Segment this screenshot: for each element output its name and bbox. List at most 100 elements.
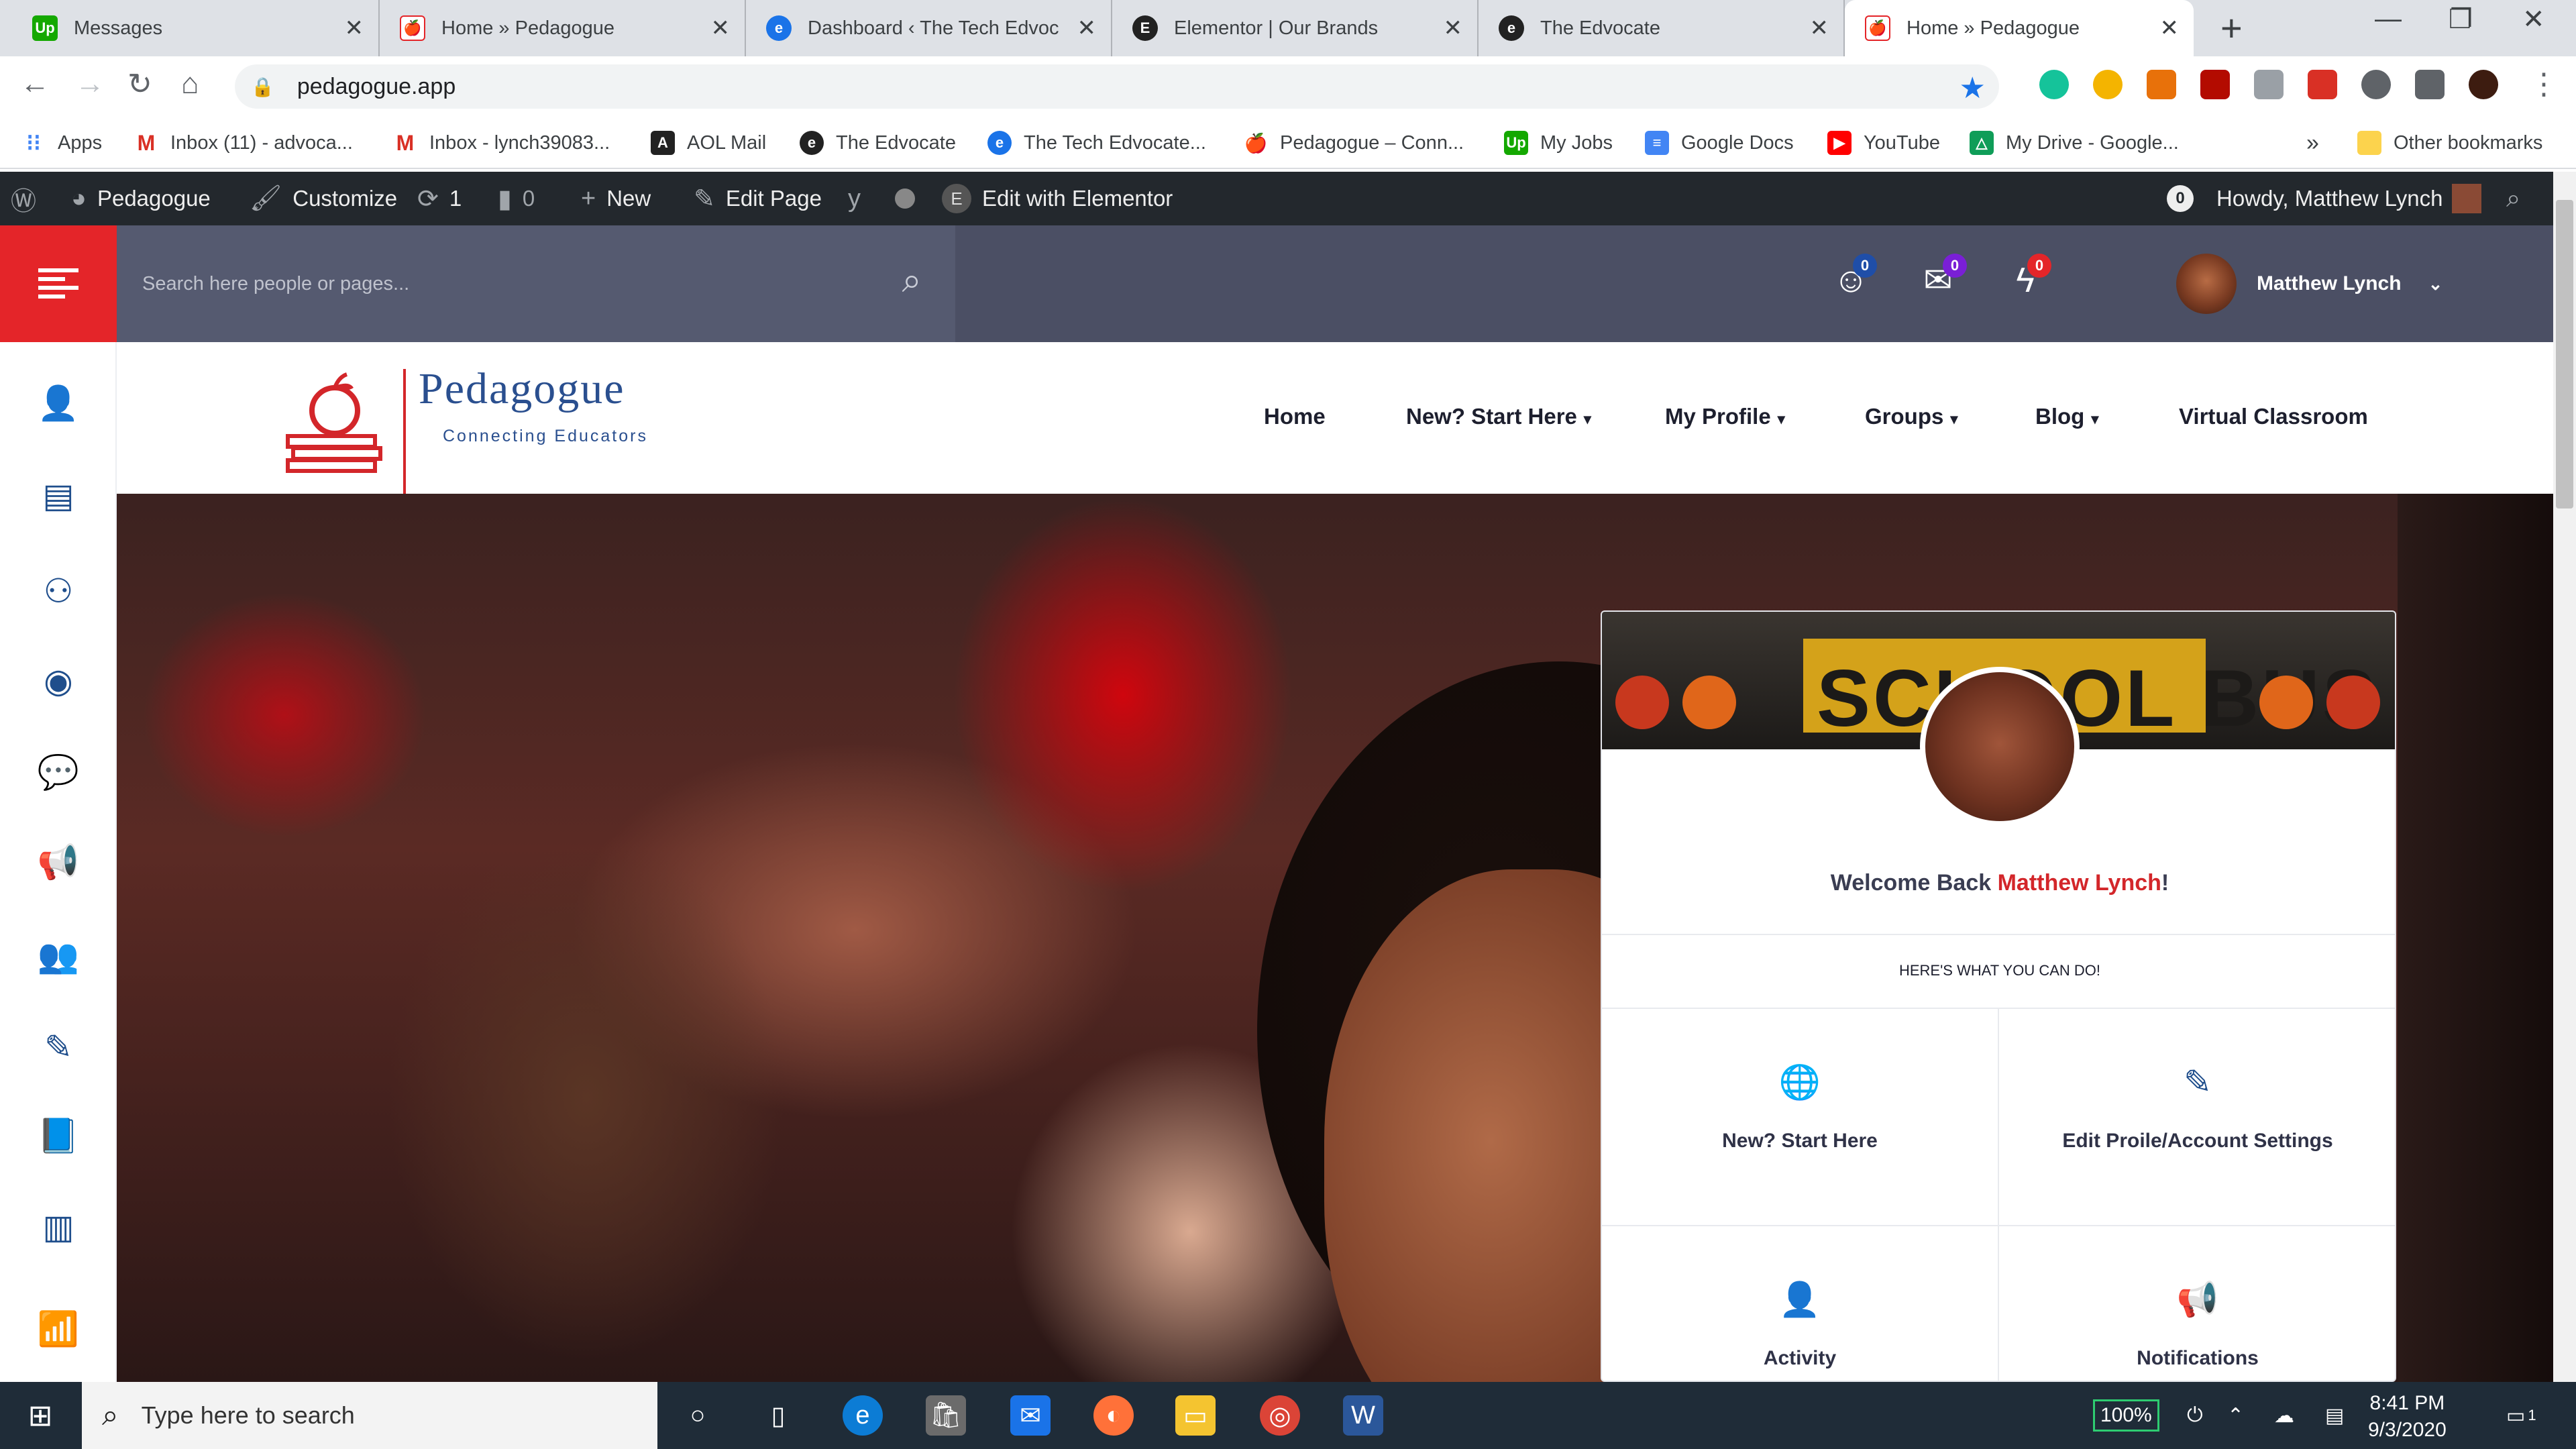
restore-icon[interactable]: ❐ [2449,4,2473,35]
bookmark-inbox-advoca[interactable]: M Inbox (11) - advoca... [134,126,353,160]
search-input[interactable] [142,260,867,307]
firefox-icon[interactable]: ◐ [1093,1395,1134,1436]
pdf-icon[interactable] [2200,70,2230,99]
close-icon[interactable]: ✕ [1444,15,1463,42]
power-plug-icon[interactable]: ⏻ [2187,1382,2203,1449]
pencil-icon[interactable]: ✎ [35,1024,82,1071]
admin-customize[interactable]: 🖌 Customize [250,172,397,225]
search-icon[interactable]: ⌕ [888,260,935,307]
address-bar[interactable]: 🔒 pedagogue.app ★ [235,64,1999,109]
wordpress-logo[interactable]: Ⓦ [11,172,47,225]
bookmark-my-drive[interactable]: △ My Drive - Google... [1970,126,2179,160]
profile-avatar[interactable] [2469,70,2498,99]
groups-icon[interactable]: 👥 [35,932,82,979]
admin-edit-elementor[interactable]: E Edit with Elementor [942,172,1173,225]
user-circle-icon[interactable]: ◉ [35,657,82,704]
extension-icon[interactable] [2093,70,2123,99]
sidebar-toggle-button[interactable] [0,225,117,342]
tab-dashboard[interactable]: e Dashboard ‹ The Tech Edvoc ✕ [746,0,1112,56]
megaphone-icon[interactable]: 📢 [35,839,82,885]
bookmark-pedagogue[interactable]: 🍎 Pedagogue – Conn... [1244,126,1464,160]
close-icon[interactable]: ✕ [1077,15,1097,42]
edge-icon[interactable]: e [843,1395,883,1436]
onedrive-icon[interactable]: ☁ [2274,1382,2294,1449]
seo-status-dot[interactable] [895,172,915,225]
window-close-icon[interactable]: ✕ [2522,4,2545,35]
wifi-icon[interactable]: 📶 [35,1305,82,1352]
minimize-icon[interactable]: — [2375,4,2402,34]
battery-indicator[interactable]: 100% [2093,1382,2159,1449]
cortana-icon[interactable]: ○ [678,1395,718,1436]
show-hidden-icons[interactable]: ⌃ [2227,1382,2244,1449]
scrollbar-thumb[interactable] [2556,200,2573,508]
admin-edit-page[interactable]: ✎ Edit Page [694,172,822,225]
network-icon[interactable]: ▤ [2325,1382,2344,1449]
tab-elementor[interactable]: E Elementor | Our Brands ✕ [1112,0,1479,56]
admin-updates[interactable]: ⟳ 1 [417,172,462,225]
nav-start-here[interactable]: New? Start Here ▾ [1406,404,1591,429]
word-icon[interactable]: W [1343,1395,1383,1436]
admin-notifications[interactable]: 0 [2167,172,2194,225]
nav-home[interactable]: Home [1264,404,1326,429]
admin-comments[interactable]: ▮ 0 [498,172,535,225]
tab-edvocate[interactable]: e The Edvocate ✕ [1479,0,1845,56]
bookmarks-overflow-button[interactable]: » [2306,126,2319,160]
action-notifications[interactable]: 📢 Notifications [1999,1226,2395,1381]
yoast-icon[interactable]: y [848,172,871,225]
action-activity[interactable]: 👤 Activity [1602,1226,1999,1381]
admin-new[interactable]: + New [581,172,651,225]
bookmark-google-docs[interactable]: ≡ Google Docs [1645,126,1794,160]
page-scrollbar[interactable] [2553,172,2576,1382]
grammarly-icon[interactable] [2039,70,2069,99]
extension-icon[interactable] [2147,70,2176,99]
welcome-name[interactable]: Matthew Lynch [1998,870,2161,896]
admin-search-icon[interactable]: ⌕ [2506,172,2531,225]
bookmark-star-icon[interactable]: ★ [1960,71,1986,105]
action-center-icon[interactable]: ▭ 1 [2506,1382,2536,1449]
admin-my-account[interactable]: Howdy, Matthew Lynch [2216,172,2482,225]
nav-groups[interactable]: Groups ▾ [1865,404,1957,429]
bookmark-youtube[interactable]: ▶ YouTube [1827,126,1940,160]
tab-messages[interactable]: Up Messages ✕ [12,0,380,56]
taskbar-search[interactable]: ⌕ Type here to search [82,1382,657,1449]
forward-icon[interactable]: → [75,67,105,101]
messages-icon[interactable]: 💬 [35,749,82,796]
bookmark-apps[interactable]: ⁝⁝ Apps [21,126,102,160]
members-icon[interactable]: ⚇ [35,568,82,614]
file-explorer-icon[interactable]: ▭ [1175,1395,1216,1436]
reload-icon[interactable]: ↻ [127,67,152,101]
home-icon[interactable]: ⌂ [181,67,199,101]
close-icon[interactable]: ✕ [711,15,731,42]
site-brand[interactable]: Pedagogue [419,364,625,415]
admin-site-link[interactable]: ◕ Pedagogue [71,172,211,225]
task-view-icon[interactable]: ▯ [758,1395,798,1436]
lock-icon[interactable]: 🔒 [251,76,274,98]
nav-virtual-classroom[interactable]: Virtual Classroom [2179,404,2368,429]
close-icon[interactable]: ✕ [2160,15,2180,42]
book-icon[interactable]: 📘 [35,1112,82,1159]
chrome-icon[interactable]: ◎ [1260,1395,1300,1436]
news-feed-icon[interactable]: ▤ [35,472,82,519]
close-icon[interactable]: ✕ [1810,15,1829,42]
extension-icon[interactable] [2254,70,2284,99]
tab-pedagogue-1[interactable]: 🍎 Home » Pedagogue ✕ [380,0,746,56]
building-icon[interactable]: ▥ [35,1203,82,1250]
nav-blog[interactable]: Blog ▾ [2035,404,2098,429]
action-start-here[interactable]: 🌐 New? Start Here [1602,1009,1999,1226]
extension-icon[interactable] [2308,70,2337,99]
bookmark-aol-mail[interactable]: A AOL Mail [651,126,766,160]
new-tab-button[interactable]: + [2220,9,2243,47]
store-icon[interactable]: 🛍 [926,1395,966,1436]
profile-icon[interactable]: 👤 [35,380,82,427]
avatar[interactable] [1920,667,2080,826]
user-menu[interactable]: Matthew Lynch ⌄ [2176,254,2443,314]
taskbar-clock[interactable]: 8:41 PM 9/3/2020 [2368,1390,2447,1444]
bookmark-my-jobs[interactable]: Up My Jobs [1504,126,1613,160]
close-icon[interactable]: ✕ [345,15,364,42]
nav-my-profile[interactable]: My Profile ▾ [1665,404,1785,429]
tab-pedagogue-active[interactable]: 🍎 Home » Pedagogue ✕ [1845,0,2194,56]
bookmark-inbox-lynch[interactable]: M Inbox - lynch39083... [393,126,610,160]
other-bookmarks[interactable]: Other bookmarks [2357,126,2542,160]
extension-icon[interactable] [2361,70,2391,99]
bookmark-tech-edvocate[interactable]: e The Tech Edvocate... [987,126,1206,160]
